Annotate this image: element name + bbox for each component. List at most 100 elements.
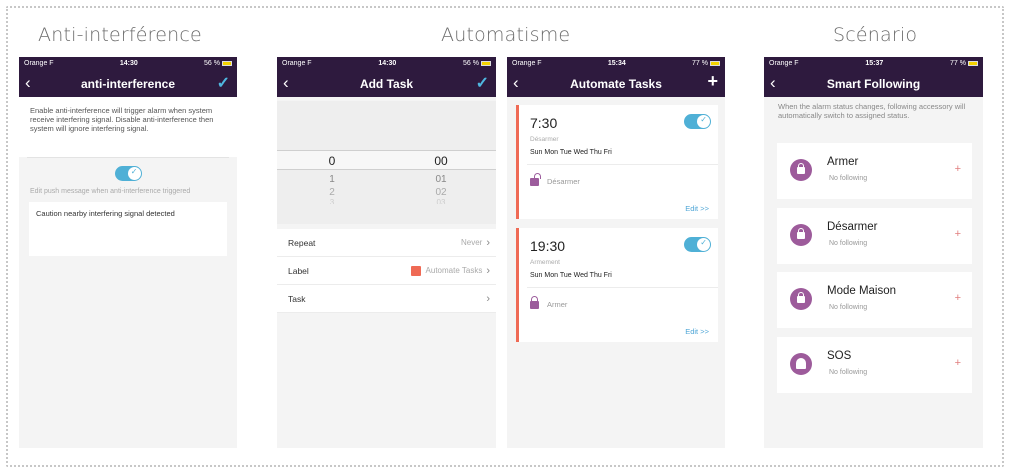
task-days: Sun Mon Tue Wed Thu Fri xyxy=(530,272,612,279)
add-icon[interactable]: + xyxy=(955,228,961,240)
plus-icon[interactable]: + xyxy=(707,71,718,92)
page-title: anti-interference xyxy=(80,76,176,91)
task-action: Armer xyxy=(530,295,567,309)
scenario-status: No following xyxy=(829,304,868,311)
hour-column[interactable]: 0 1 2 3 xyxy=(302,101,362,224)
scenario-status: No following xyxy=(829,369,868,376)
add-icon[interactable]: + xyxy=(955,357,961,369)
clock: 15:34 xyxy=(607,60,626,67)
scenario-item-desarmer[interactable]: Désarmer No following + xyxy=(777,208,972,264)
task-mode: Armement xyxy=(530,259,560,266)
check-icon[interactable]: ✓ xyxy=(476,73,489,93)
add-icon[interactable]: + xyxy=(955,292,961,304)
scenario-item-mode-maison[interactable]: Mode Maison No following + xyxy=(777,272,972,328)
navbar: ‹ Automate Tasks + xyxy=(507,70,725,97)
clock: 14:30 xyxy=(378,60,397,67)
page-title: Add Task xyxy=(359,76,414,91)
task-card[interactable]: 7:30 ✓ Désarmer Sun Mon Tue Wed Thu Fri … xyxy=(516,105,718,219)
scenario-item-armer[interactable]: Armer No following + xyxy=(777,143,972,199)
heading-scenario: Scénario xyxy=(833,24,918,46)
task-days: Sun Mon Tue Wed Thu Fri xyxy=(530,149,612,156)
heading-automatisme: Automatisme xyxy=(441,24,571,46)
page-title: Smart Following xyxy=(826,76,921,91)
label-row[interactable]: Label Automate Tasks › xyxy=(277,257,496,285)
task-toggle[interactable]: ✓ xyxy=(684,114,711,129)
check-icon: ✓ xyxy=(700,115,707,124)
chevron-right-icon: › xyxy=(486,292,490,305)
check-icon[interactable]: ✓ xyxy=(217,73,230,93)
battery-icon xyxy=(709,60,720,66)
row-label: Label xyxy=(288,265,309,276)
description: When the alarm status changes, following… xyxy=(778,102,966,120)
row-label: Repeat xyxy=(288,237,316,248)
scenario-status: No following xyxy=(829,240,868,247)
edit-link[interactable]: Edit >> xyxy=(685,327,709,336)
heading-anti-interference: Anti-interférence xyxy=(38,24,202,46)
phone-anti-interference: Orange F 14:30 56 % ‹ anti-interference … xyxy=(19,57,237,448)
navbar: ‹ anti-interference ✓ xyxy=(19,70,237,97)
divider xyxy=(527,287,718,288)
toggle-row: ✓ xyxy=(19,158,237,188)
color-swatch xyxy=(410,265,421,276)
task-mode: Désarmer xyxy=(530,136,559,143)
battery-icon xyxy=(967,60,978,66)
minute-value: 01 xyxy=(435,174,447,185)
hour-value: 1 xyxy=(329,174,335,185)
phone-smart-following: Orange F 15:37 77 % ‹ Smart Following Wh… xyxy=(764,57,983,448)
scenario-name: Armer xyxy=(827,156,859,168)
time-picker[interactable]: 0 1 2 3 00 01 02 03 xyxy=(277,101,496,224)
home-lock-icon xyxy=(790,288,812,310)
task-action: Désarmer xyxy=(530,172,580,186)
status-bar: Orange F 15:37 77 % xyxy=(764,57,983,70)
hint-text: Edit push message when anti-interference… xyxy=(30,188,191,195)
check-icon: ✓ xyxy=(130,166,138,176)
navbar: ‹ Add Task ✓ xyxy=(277,70,496,97)
battery-label: 77 % xyxy=(950,60,966,67)
clock: 14:30 xyxy=(119,60,138,67)
scenario-name: Mode Maison xyxy=(827,285,897,297)
chevron-left-icon[interactable]: ‹ xyxy=(283,73,289,93)
chevron-left-icon[interactable]: ‹ xyxy=(513,73,519,93)
scenario-item-sos[interactable]: SOS No following + xyxy=(777,337,972,393)
task-toggle[interactable]: ✓ xyxy=(684,237,711,252)
check-icon: ✓ xyxy=(700,238,707,247)
task-card[interactable]: 19:30 ✓ Armement Sun Mon Tue Wed Thu Fri… xyxy=(516,228,718,342)
chevron-left-icon[interactable]: ‹ xyxy=(25,73,31,93)
phone-automate-tasks: Orange F 15:34 77 % ‹ Automate Tasks + 7… xyxy=(507,57,725,448)
carrier-label: Orange F xyxy=(282,60,312,67)
carrier-label: Orange F xyxy=(769,60,799,67)
minute-value: 02 xyxy=(435,187,447,198)
bell-icon xyxy=(790,353,812,375)
carrier-label: Orange F xyxy=(24,60,54,67)
chevron-right-icon: › xyxy=(486,264,490,277)
hour-value: 2 xyxy=(329,187,335,198)
status-bar: Orange F 14:30 56 % xyxy=(19,57,237,70)
row-value: Never xyxy=(460,238,483,247)
battery-label: 56 % xyxy=(463,60,479,67)
scenario-name: SOS xyxy=(827,350,852,362)
lock-icon xyxy=(790,159,812,181)
chevron-right-icon: › xyxy=(486,236,490,249)
task-row[interactable]: Task › xyxy=(277,285,496,313)
push-message-field[interactable]: Caution nearby interfering signal detect… xyxy=(29,202,227,256)
anti-interference-toggle[interactable]: ✓ xyxy=(114,165,142,181)
task-time: 7:30 xyxy=(530,115,558,131)
edit-link[interactable]: Edit >> xyxy=(685,204,709,213)
chevron-left-icon[interactable]: ‹ xyxy=(770,73,776,93)
add-icon[interactable]: + xyxy=(955,163,961,175)
task-time: 19:30 xyxy=(530,238,566,254)
hour-value: 0 xyxy=(328,154,336,168)
battery-label: 77 % xyxy=(692,60,708,67)
scenario-name: Désarmer xyxy=(827,221,878,233)
status-bar: Orange F 15:34 77 % xyxy=(507,57,725,70)
battery-icon xyxy=(480,60,491,66)
repeat-row[interactable]: Repeat Never › xyxy=(277,229,496,257)
minute-column[interactable]: 00 01 02 03 xyxy=(411,101,471,224)
hour-value: 3 xyxy=(329,198,335,204)
minute-value: 00 xyxy=(434,154,448,168)
phone-add-task: Orange F 14:30 56 % ‹ Add Task ✓ 0 1 2 3… xyxy=(277,57,496,448)
page-title: Automate Tasks xyxy=(570,76,662,91)
row-value: Automate Tasks xyxy=(425,266,483,275)
description: Enable anti-interference will trigger al… xyxy=(19,97,237,157)
divider xyxy=(527,164,718,165)
